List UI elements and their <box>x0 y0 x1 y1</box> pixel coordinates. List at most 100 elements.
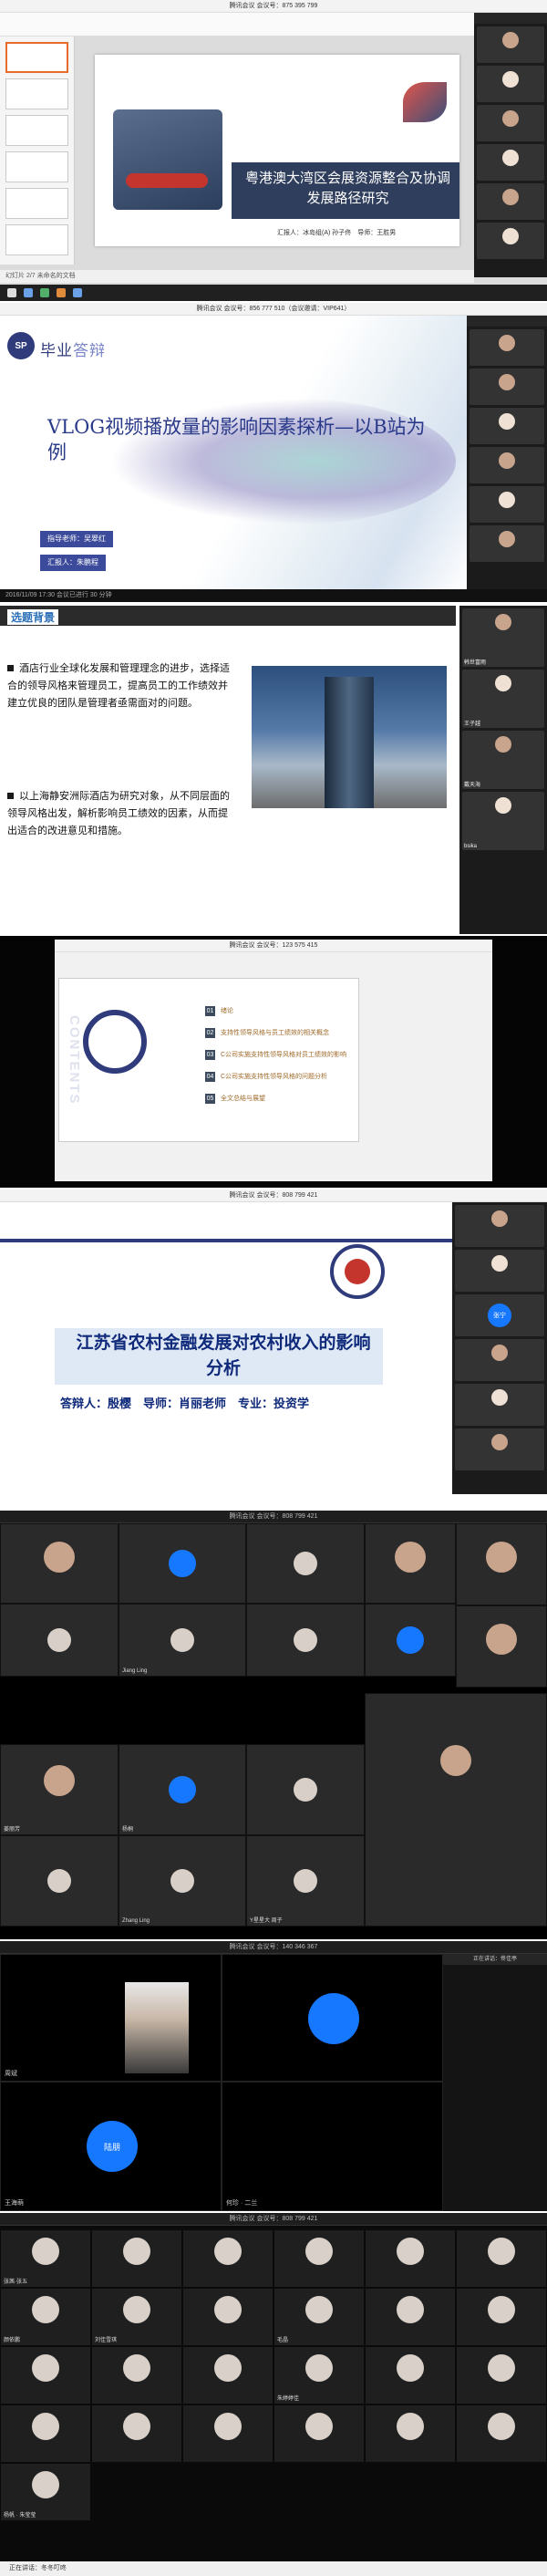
video-tile[interactable]: 颜依鹏 <box>0 2288 91 2346</box>
participant-tile[interactable] <box>477 26 544 63</box>
video-tile[interactable] <box>91 2346 182 2405</box>
participant-tile[interactable]: 张宁 <box>455 1294 544 1336</box>
slide-meta: 答辩人：殷樱 导师：肖丽老师 专业：投资学 <box>60 1397 310 1410</box>
participant-tile[interactable] <box>470 486 544 523</box>
decor-stripe <box>0 1239 452 1242</box>
slide-thumb[interactable] <box>5 224 68 255</box>
participant-tile[interactable] <box>470 525 544 562</box>
video-tile[interactable] <box>456 2229 547 2288</box>
video-tile[interactable] <box>0 1604 119 1677</box>
video-face <box>502 228 519 244</box>
meeting-window-5: 腾讯会议 会议号：808 799 421 江苏省农村金融发展对农村收入的影响分析… <box>0 1189 547 1509</box>
participant-tile[interactable]: 韩世富雨 <box>462 608 544 667</box>
participant-avatar <box>308 1993 359 2044</box>
video-tile[interactable] <box>456 1523 547 1605</box>
video-tile[interactable]: 何珍 · 二兰 <box>222 2082 443 2211</box>
video-tile[interactable] <box>365 1523 456 1604</box>
video-tile[interactable] <box>246 1744 365 1835</box>
video-tile[interactable] <box>274 2405 365 2463</box>
video-tile[interactable] <box>456 2405 547 2463</box>
video-tile[interactable] <box>182 2229 274 2288</box>
ppt-icon[interactable] <box>57 288 66 297</box>
participant-avatar <box>488 2413 515 2440</box>
video-tile[interactable] <box>456 2346 547 2405</box>
windows-start-icon[interactable] <box>7 288 16 297</box>
toc-label: 全文总结与展望 <box>221 1096 265 1102</box>
advisor-tag: 指导老师：吴翠红 <box>40 531 113 547</box>
participant-tile[interactable] <box>455 1250 544 1292</box>
participant-tile[interactable] <box>477 66 544 102</box>
video-tile[interactable]: 陆朋 王海萌 <box>0 2082 222 2211</box>
slide-thumb[interactable] <box>5 188 68 219</box>
video-tile[interactable] <box>91 2229 182 2288</box>
video-tile[interactable]: 姜丽芳 <box>0 1744 119 1835</box>
participant-name: Zhang Ling <box>122 1918 150 1924</box>
video-tile[interactable] <box>0 2405 91 2463</box>
video-tile[interactable] <box>365 2229 456 2288</box>
video-tile[interactable]: 杨帆 · 朱莹莹 <box>0 2463 91 2521</box>
video-tile[interactable] <box>0 2346 91 2405</box>
participant-tile[interactable] <box>470 329 544 366</box>
presenter-tag: 汇报人：朱鹏程 <box>40 555 106 571</box>
video-tile[interactable]: Zhang Ling <box>119 1835 246 1927</box>
video-tile[interactable]: 刘佳雪琪 <box>91 2288 182 2346</box>
video-tile[interactable]: Jiang Ling <box>119 1604 246 1677</box>
participant-list <box>467 316 547 589</box>
slide-thumb[interactable] <box>5 115 68 146</box>
participant-tile[interactable] <box>470 447 544 483</box>
video-tile[interactable] <box>91 2405 182 2463</box>
video-tile[interactable] <box>274 2229 365 2288</box>
participant-tile[interactable] <box>470 408 544 444</box>
video-tile[interactable]: 杨桐 <box>119 1744 246 1835</box>
video-tile[interactable] <box>222 1954 443 2082</box>
video-tile[interactable] <box>246 1604 365 1677</box>
video-tile[interactable]: 毛晶 <box>274 2288 365 2346</box>
wechat-icon[interactable] <box>40 288 49 297</box>
video-tile[interactable] <box>365 1604 456 1677</box>
video-tile[interactable]: Y星星大 周子 <box>246 1835 365 1927</box>
participant-tile[interactable] <box>477 223 544 259</box>
participant-tile[interactable] <box>470 369 544 405</box>
video-tile[interactable] <box>182 2288 274 2346</box>
video-tile[interactable] <box>182 2346 274 2405</box>
video-tile[interactable] <box>0 1523 119 1604</box>
bullet-text: 酒店行业全球化发展和管理理念的进步，选择适合的领导风格来管理员工，提高员工的工作… <box>7 663 230 709</box>
slide-thumb[interactable] <box>5 78 68 109</box>
browser-icon[interactable] <box>24 288 33 297</box>
video-face <box>44 1764 75 1796</box>
participant-tile[interactable]: 戴天海 <box>462 731 544 789</box>
video-tile[interactable] <box>182 2405 274 2463</box>
participant-tile[interactable]: bsika <box>462 792 544 850</box>
video-tile[interactable] <box>365 1693 547 1927</box>
participant-tile[interactable] <box>477 105 544 141</box>
video-tile[interactable] <box>119 1523 246 1604</box>
video-tile[interactable] <box>365 2288 456 2346</box>
video-tile[interactable]: 张茜·张五 <box>0 2229 91 2288</box>
participant-tile[interactable] <box>477 144 544 181</box>
video-tile[interactable] <box>246 1523 365 1604</box>
participant-tile[interactable] <box>455 1428 544 1470</box>
participant-tile[interactable] <box>455 1384 544 1426</box>
video-face <box>495 797 511 814</box>
video-tile[interactable] <box>456 1605 547 1688</box>
meeting-icon[interactable] <box>73 288 82 297</box>
video-tile[interactable]: 朱婷婷佳 <box>274 2346 365 2405</box>
video-tile[interactable] <box>365 2346 456 2405</box>
participant-tile[interactable] <box>455 1339 544 1381</box>
participant-avatar <box>397 2354 424 2382</box>
slide-thumb[interactable] <box>5 151 68 182</box>
slide-thumb[interactable] <box>5 42 68 73</box>
meeting-window-7: 腾讯会议 会议号：140 346 367 周斌 陆朋 王海萌 何珍 · 二兰 正在… <box>0 1941 547 2211</box>
video-tile[interactable] <box>456 2288 547 2346</box>
participant-name: 张茜·张五 <box>4 2280 27 2285</box>
participant-tile[interactable] <box>455 1205 544 1247</box>
video-tile[interactable] <box>365 2405 456 2463</box>
video-tile[interactable]: 周斌 <box>0 1954 222 2082</box>
meeting-window-6: 腾讯会议 会议号：808 799 421 Jiang Ling 姜丽芳 杨桐 Z… <box>0 1511 547 1939</box>
participant-tile[interactable]: 王子越 <box>462 670 544 728</box>
video-tile[interactable] <box>0 1835 119 1927</box>
slide-thumbnails[interactable] <box>0 36 75 265</box>
participant-name: 杨桐 <box>122 1827 134 1833</box>
participant-tile[interactable] <box>477 183 544 220</box>
ppt-ribbon[interactable] <box>0 13 474 36</box>
